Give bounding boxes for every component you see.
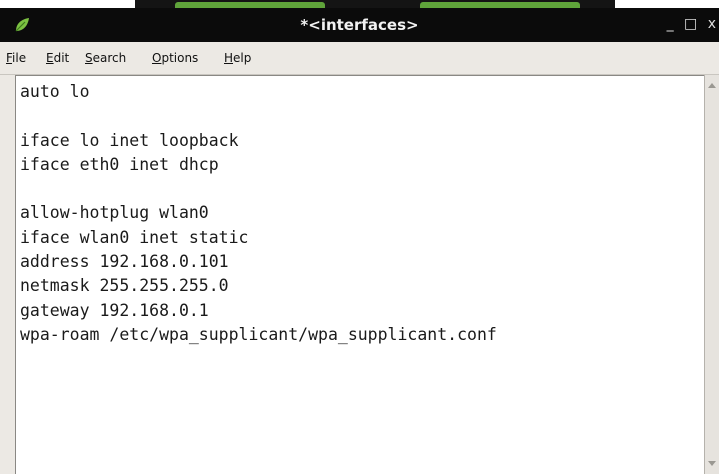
- menu-edit[interactable]: Edit: [46, 51, 69, 65]
- menu-help-label: elp: [233, 51, 252, 65]
- menu-options-label: ptions: [161, 51, 199, 65]
- menu-file-label: ile: [12, 51, 27, 65]
- menu-file[interactable]: File: [6, 51, 26, 65]
- text-area[interactable]: auto lo iface lo inet loopback iface eth…: [15, 75, 705, 474]
- text-editor-window: *<interfaces> _ □ x File Edit Search Opt…: [0, 0, 719, 474]
- menu-help[interactable]: Help: [224, 51, 251, 65]
- menu-options[interactable]: Options: [152, 51, 198, 65]
- menu-help-mnemonic: H: [224, 51, 234, 65]
- menu-search-label: earch: [92, 51, 127, 65]
- menu-bar: File Edit Search Options Help: [0, 42, 719, 75]
- title-bar[interactable]: *<interfaces> _ □ x: [0, 8, 719, 42]
- scroll-up-arrow-icon[interactable]: [708, 83, 716, 88]
- file-content[interactable]: auto lo iface lo inet loopback iface eth…: [20, 80, 497, 347]
- menu-search-mnemonic: S: [85, 51, 93, 65]
- taskbar-strip: [0, 0, 719, 8]
- menu-edit-mnemonic: E: [46, 51, 54, 65]
- window-controls[interactable]: _ □ x: [667, 16, 719, 32]
- scroll-down-arrow-icon[interactable]: [708, 461, 716, 466]
- menu-edit-label: dit: [53, 51, 70, 65]
- window-title: *<interfaces>: [300, 16, 419, 34]
- vertical-scrollbar[interactable]: [704, 75, 719, 474]
- menu-search[interactable]: Search: [85, 51, 126, 65]
